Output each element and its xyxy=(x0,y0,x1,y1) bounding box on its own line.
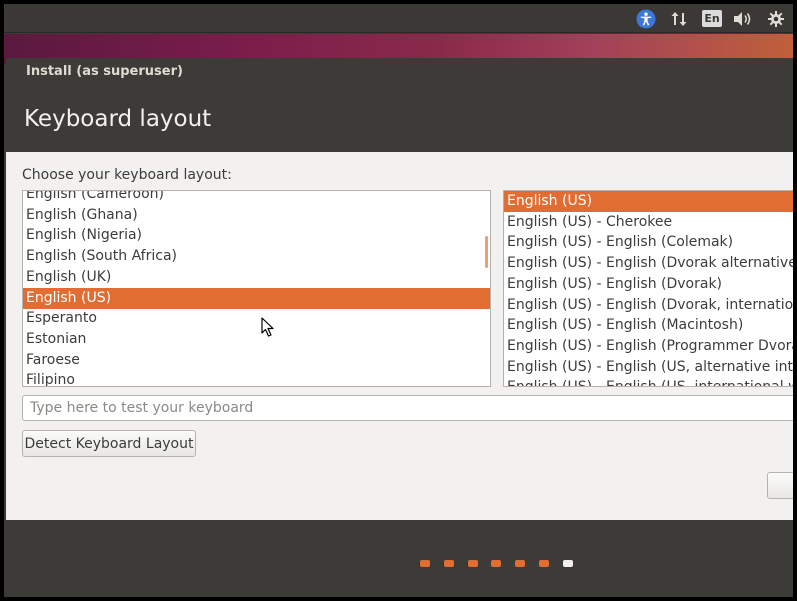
choose-layout-label: Choose your keyboard layout: xyxy=(22,167,232,183)
variant-list-item[interactable]: English (US) - English (Colemak) xyxy=(504,232,793,253)
gear-icon[interactable] xyxy=(764,4,788,33)
variant-list-item[interactable]: English (US) xyxy=(504,191,793,212)
content-area: Choose your keyboard layout: FinnishFili… xyxy=(6,152,793,520)
keyboard-variant-list[interactable]: English (US) - English (US, internationa… xyxy=(503,190,793,387)
detect-keyboard-layout-button[interactable]: Detect Keyboard Layout xyxy=(22,430,196,457)
installer-window: Install (as superuser) Keyboard layout C… xyxy=(6,58,793,597)
language-code: En xyxy=(702,10,722,27)
page-title: Keyboard layout xyxy=(24,106,212,132)
progress-dot xyxy=(515,560,526,567)
keyboard-layout-list[interactable]: FinnishFilipinoFaroeseEstonianEsperantoE… xyxy=(22,190,491,387)
layout-list-item[interactable]: English (Cameroon) xyxy=(23,191,490,205)
keyboard-test-input[interactable] xyxy=(22,395,793,421)
variant-list-item[interactable]: English (US) - English (US, alternative … xyxy=(504,357,793,378)
keyboard-language-indicator[interactable]: En xyxy=(700,4,724,33)
layout-list-item[interactable]: Faroese xyxy=(23,350,490,371)
layout-list-item[interactable]: Esperanto xyxy=(23,308,490,329)
variant-list-item[interactable]: English (US) - English (Dvorak alternati… xyxy=(504,253,793,274)
layout-list-item[interactable]: English (US) xyxy=(23,287,490,309)
variant-list-item[interactable]: English (US) - English (Programmer Dvora… xyxy=(504,336,793,357)
layout-list-item[interactable]: Filipino xyxy=(23,370,490,386)
layout-list-scrollbar[interactable] xyxy=(485,236,488,268)
continue-button[interactable] xyxy=(767,472,793,499)
layout-list-item[interactable]: English (UK) xyxy=(23,267,490,288)
progress-dot xyxy=(539,560,549,567)
top-panel: En xyxy=(4,4,793,33)
progress-dot xyxy=(443,560,454,567)
progress-dot xyxy=(491,560,502,567)
variant-list-item[interactable]: English (US) - English (Dvorak) xyxy=(504,274,793,295)
progress-dot xyxy=(467,560,478,567)
mouse-pointer-icon xyxy=(261,317,274,337)
desktop-screen: En Install (as superuser) Keyboard layou… xyxy=(4,4,793,597)
variant-list-item[interactable]: English (US) - Cherokee xyxy=(504,212,793,233)
variant-list-item[interactable]: English (US) - English (Macintosh) xyxy=(504,315,793,336)
network-transfer-icon[interactable] xyxy=(667,4,691,33)
volume-icon[interactable] xyxy=(731,4,755,33)
variant-list-item[interactable]: English (US) - English (Dvorak, internat… xyxy=(504,295,793,316)
variant-list-item[interactable]: English (US) - English (US, internationa… xyxy=(504,377,793,386)
window-titlebar[interactable]: Install (as superuser) xyxy=(6,58,793,86)
progress-dot xyxy=(420,560,430,567)
progress-dot xyxy=(562,560,573,567)
window-title: Install (as superuser) xyxy=(26,64,183,79)
layout-list-item[interactable]: English (South Africa) xyxy=(23,246,490,267)
layout-list-item[interactable]: English (Ghana) xyxy=(23,205,490,226)
accessibility-icon[interactable] xyxy=(634,4,658,33)
layout-list-item[interactable]: Estonian xyxy=(23,329,490,350)
layout-list-item[interactable]: English (Nigeria) xyxy=(23,225,490,246)
